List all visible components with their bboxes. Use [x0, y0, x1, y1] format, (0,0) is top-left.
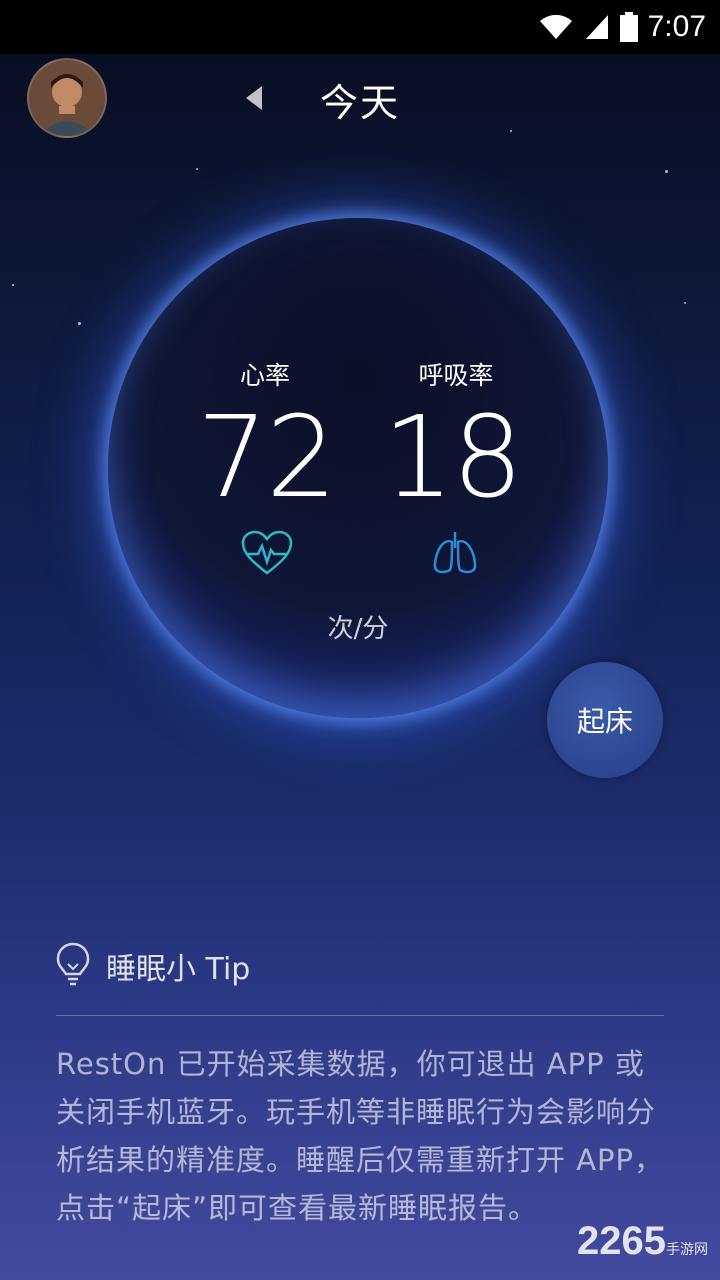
- watermark-brand: 2265: [577, 1219, 666, 1263]
- star-decoration: [684, 302, 686, 304]
- star-decoration: [196, 168, 198, 170]
- star-decoration: [510, 130, 512, 132]
- user-avatar[interactable]: [27, 58, 107, 138]
- chevron-left-icon[interactable]: [246, 86, 262, 110]
- heart-rate-value: 72: [196, 393, 338, 523]
- status-bar: 7:07: [0, 0, 720, 54]
- battery-icon: [619, 12, 638, 42]
- status-time: 7:07: [647, 10, 706, 43]
- respiration-rate-label: 呼吸率: [418, 361, 494, 390]
- page-title: 今天: [319, 81, 400, 125]
- unit-label: 次/分: [327, 614, 389, 644]
- watermark-sub: 手游网: [666, 1241, 708, 1257]
- watermark-logo: 2265手游网: [577, 1219, 708, 1264]
- signal-icon: [585, 15, 608, 39]
- heart-pulse-icon: [241, 530, 293, 575]
- tip-title: 睡眠小 Tip: [106, 952, 251, 987]
- tip-text: RestOn 已开始采集数据，你可退出 APP 或关闭手机蓝牙。玩手机等非睡眠行…: [56, 1047, 665, 1225]
- lungs-icon: [433, 532, 477, 574]
- wake-up-button[interactable]: 起床: [547, 662, 663, 778]
- respiration-rate-value: 18: [382, 393, 524, 523]
- star-decoration: [12, 284, 14, 286]
- wifi-icon: [539, 14, 572, 39]
- star-decoration: [665, 170, 668, 173]
- heart-rate-label: 心率: [239, 361, 290, 390]
- avatar-image: [29, 60, 105, 136]
- lightbulb-icon: [56, 942, 90, 986]
- star-decoration: [78, 322, 81, 325]
- tip-divider: [56, 1015, 664, 1016]
